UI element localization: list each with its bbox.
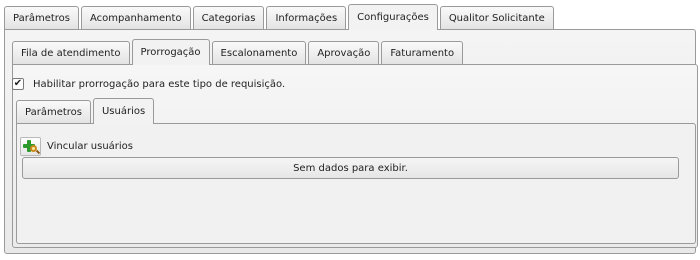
tab-acompanhamento[interactable]: Acompanhamento <box>80 6 191 30</box>
tab-qualitor-solicitante[interactable]: Qualitor Solicitante <box>439 6 554 30</box>
tab-parametros[interactable]: Parâmetros <box>4 6 79 30</box>
enable-prorrogacao-row: ✔ Habilitar prorrogação para este tipo d… <box>12 78 285 90</box>
tab-label: Fila de atendimento <box>21 48 121 59</box>
tab-label: Escalonamento <box>220 48 298 59</box>
enable-prorrogacao-label[interactable]: Habilitar prorrogação para este tipo de … <box>33 79 285 90</box>
prorrogacao-subtabbar: Parâmetros Usuários <box>16 98 156 124</box>
tab-sub-parametros[interactable]: Parâmetros <box>16 100 91 124</box>
tab-label: Acompanhamento <box>89 13 182 24</box>
tab-label: Qualitor Solicitante <box>448 13 545 24</box>
tab-label: Parâmetros <box>13 13 70 24</box>
enable-prorrogacao-checkbox[interactable]: ✔ <box>12 78 24 90</box>
main-tabbar: Parâmetros Acompanhamento Categorias Inf… <box>4 4 556 30</box>
tab-informacoes[interactable]: Informações <box>266 6 347 30</box>
empty-grid-message: Sem dados para exibir. <box>22 157 679 179</box>
vincular-usuarios-link[interactable]: Vincular usuários <box>20 137 133 156</box>
tab-fila-de-atendimento[interactable]: Fila de atendimento <box>12 41 130 65</box>
tab-label: Aprovação <box>317 48 371 59</box>
tab-faturamento[interactable]: Faturamento <box>381 41 464 65</box>
check-icon: ✔ <box>13 78 23 89</box>
tab-label: Informações <box>275 13 338 24</box>
tab-label: Categorias <box>201 13 256 24</box>
add-search-user-icon[interactable] <box>20 137 41 156</box>
config-tabbar: Fila de atendimento Prorrogação Escalona… <box>12 39 465 65</box>
tab-configuracoes[interactable]: Configurações <box>348 4 438 30</box>
tab-label: Configurações <box>357 12 429 23</box>
tab-label: Prorrogação <box>140 47 201 58</box>
tab-escalonamento[interactable]: Escalonamento <box>211 41 307 65</box>
tab-sub-usuarios[interactable]: Usuários <box>92 98 155 124</box>
tab-categorias[interactable]: Categorias <box>192 6 265 30</box>
tab-prorrogacao[interactable]: Prorrogação <box>131 39 210 65</box>
tab-aprovacao[interactable]: Aprovação <box>308 41 380 65</box>
tab-label: Usuários <box>101 106 146 117</box>
vincular-usuarios-label[interactable]: Vincular usuários <box>47 141 133 152</box>
empty-message-text: Sem dados para exibir. <box>293 162 408 174</box>
magnifier-handle-icon <box>35 149 41 155</box>
tab-label: Faturamento <box>390 48 455 59</box>
tab-label: Parâmetros <box>25 107 82 118</box>
